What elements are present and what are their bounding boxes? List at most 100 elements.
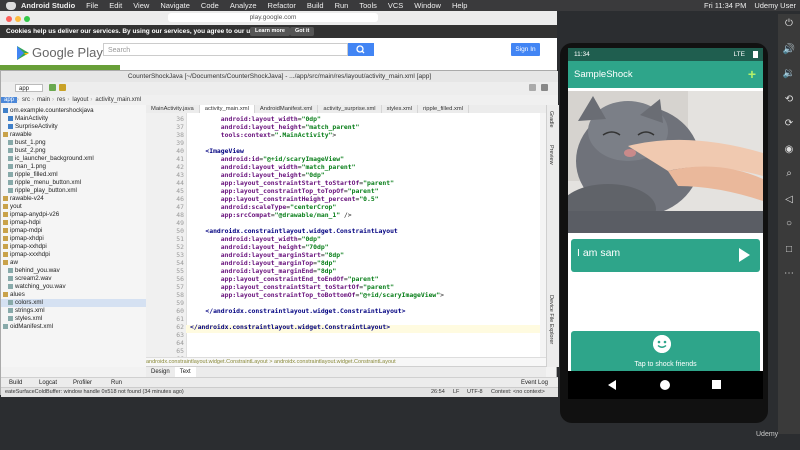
- zoom-icon[interactable]: ⌕: [781, 166, 797, 182]
- tree-item[interactable]: ripple_menu_button.xml: [1, 179, 146, 187]
- menu-item-tools[interactable]: Tools: [359, 1, 377, 10]
- play-search-input[interactable]: Search: [103, 43, 348, 56]
- tree-item[interactable]: ipmap-anydpi-v26: [1, 211, 146, 219]
- device-file-explorer-tool[interactable]: Device File Explorer: [548, 295, 554, 344]
- address-bar[interactable]: play.google.com: [168, 13, 378, 22]
- home-icon[interactable]: ○: [781, 216, 797, 232]
- file-encoding[interactable]: UTF-8: [467, 388, 483, 397]
- nav-home-icon[interactable]: [660, 380, 670, 390]
- tree-item[interactable]: strings.xml: [1, 307, 146, 315]
- tree-item[interactable]: oidManifest.xml: [1, 323, 146, 331]
- gradle-tool[interactable]: Gradle: [548, 111, 554, 128]
- editor-tab[interactable]: activity_surprise.xml: [318, 105, 382, 113]
- menu-item-navigate[interactable]: Navigate: [160, 1, 190, 10]
- google-play-logo-icon[interactable]: [15, 45, 31, 61]
- learn-more-button[interactable]: Learn more: [250, 27, 290, 36]
- menubar-user[interactable]: Udemy User: [754, 1, 796, 10]
- tree-item[interactable]: ipmap-xhdpi: [1, 235, 146, 243]
- apple-icon[interactable]: [6, 1, 16, 10]
- tree-item[interactable]: ic_launcher_background.xml: [1, 155, 146, 163]
- got-it-button[interactable]: Got it: [290, 27, 315, 36]
- tree-item[interactable]: rawable: [1, 131, 146, 139]
- tree-item[interactable]: ripple_filled.xml: [1, 171, 146, 179]
- play-icon[interactable]: [739, 248, 750, 262]
- preview-tool[interactable]: Preview: [548, 145, 554, 165]
- overview-icon[interactable]: □: [781, 242, 797, 258]
- tree-item[interactable]: watching_you.wav: [1, 283, 146, 291]
- volume-up-icon[interactable]: 🔊: [781, 42, 797, 58]
- sdk-manager-icon[interactable]: [529, 84, 536, 91]
- tree-item[interactable]: ipmap-hdpi: [1, 219, 146, 227]
- sound-card[interactable]: I am sam: [571, 239, 760, 272]
- tree-item[interactable]: ipmap-xxxhdpi: [1, 251, 146, 259]
- cursor-position[interactable]: 26:54: [431, 388, 445, 397]
- menu-item-file[interactable]: File: [86, 1, 98, 10]
- menubar-clock[interactable]: Fri 11:34 PM: [704, 1, 746, 10]
- google-play-logo-text[interactable]: Google Play: [32, 45, 103, 60]
- close-icon[interactable]: [6, 16, 12, 22]
- search-everywhere-icon[interactable]: [541, 84, 548, 91]
- sign-in-button[interactable]: Sign In: [511, 43, 540, 56]
- context-indicator[interactable]: Context: <no context>: [491, 388, 545, 397]
- tree-item[interactable]: SurpriseActivity: [1, 123, 146, 131]
- menu-item-analyze[interactable]: Analyze: [230, 1, 257, 10]
- search-button[interactable]: [348, 43, 374, 56]
- rotate-right-icon[interactable]: ⟳: [781, 116, 797, 132]
- tree-item[interactable]: man_1.png: [1, 163, 146, 171]
- editor-tab[interactable]: AndroidManifest.xml: [255, 105, 319, 113]
- nav-back-icon[interactable]: [608, 380, 616, 390]
- tree-item[interactable]: behind_you.wav: [1, 267, 146, 275]
- menu-app-name[interactable]: Android Studio: [21, 1, 75, 10]
- more-icon[interactable]: ⋯: [781, 266, 797, 282]
- volume-down-icon[interactable]: 🔉: [781, 66, 797, 82]
- nav-overview-icon[interactable]: [712, 380, 721, 389]
- screenshot-icon[interactable]: ◉: [781, 142, 797, 158]
- breadcrumb-item[interactable]: res: [54, 97, 67, 103]
- tree-item[interactable]: ripple_play_button.xml: [1, 187, 146, 195]
- menu-item-window[interactable]: Window: [414, 1, 441, 10]
- menu-item-code[interactable]: Code: [201, 1, 219, 10]
- breadcrumb-item[interactable]: activity_main.xml: [92, 97, 143, 103]
- menu-item-vcs[interactable]: VCS: [388, 1, 403, 10]
- tree-item[interactable]: ipmap-xxhdpi: [1, 243, 146, 251]
- editor-tab[interactable]: ripple_filled.xml: [418, 105, 469, 113]
- menu-item-build[interactable]: Build: [307, 1, 324, 10]
- run-icon[interactable]: [49, 84, 56, 91]
- code-editor[interactable]: 36 37 38 39 40 41 42 43 44 45 46 47 48 49 50 51 52 53 54 55…: [146, 113, 546, 357]
- breadcrumb-item[interactable]: main: [34, 97, 52, 103]
- tree-item[interactable]: bust_2.png: [1, 147, 146, 155]
- tree-item[interactable]: rawable-v24: [1, 195, 146, 203]
- rotate-left-icon[interactable]: ⟲: [781, 92, 797, 108]
- editor-tab[interactable]: styles.xml: [382, 105, 419, 113]
- debug-icon[interactable]: [59, 84, 66, 91]
- status-message[interactable]: eateSurfaceColdBuffer: window handle 0x5…: [5, 388, 184, 397]
- breadcrumb-item[interactable]: src: [19, 97, 32, 103]
- menu-item-view[interactable]: View: [133, 1, 149, 10]
- breadcrumb-item[interactable]: layout: [69, 97, 90, 103]
- zoom-icon[interactable]: [24, 16, 30, 22]
- tab-design[interactable]: Design: [146, 367, 175, 377]
- tree-item[interactable]: colors.xml: [1, 299, 146, 307]
- tree-item[interactable]: yout: [1, 203, 146, 211]
- add-button[interactable]: +: [748, 61, 756, 88]
- menu-item-run[interactable]: Run: [335, 1, 349, 10]
- tree-item[interactable]: om.example.countershockjava: [1, 107, 146, 115]
- breadcrumb-item[interactable]: app: [1, 97, 18, 103]
- tree-item[interactable]: scream2.wav: [1, 275, 146, 283]
- menu-item-help[interactable]: Help: [452, 1, 467, 10]
- editor-tab[interactable]: MainActivity.java: [146, 105, 200, 113]
- line-separator[interactable]: LF: [453, 388, 459, 397]
- menu-item-edit[interactable]: Edit: [109, 1, 122, 10]
- editor-tab[interactable]: activity_main.xml: [199, 105, 255, 113]
- tree-item[interactable]: bust_1.png: [1, 139, 146, 147]
- tree-item[interactable]: styles.xml: [1, 315, 146, 323]
- back-icon[interactable]: ◁: [781, 192, 797, 208]
- power-icon[interactable]: ⏻: [781, 16, 797, 32]
- xml-breadcrumb-footer[interactable]: androidx.constraintlayout.widget.Constra…: [146, 357, 546, 366]
- tree-item[interactable]: aw: [1, 259, 146, 267]
- run-config-select[interactable]: app: [15, 84, 43, 92]
- tree-item[interactable]: MainActivity: [1, 115, 146, 123]
- tab-text[interactable]: Text: [174, 367, 196, 377]
- tree-item[interactable]: ipmap-mdpi: [1, 227, 146, 235]
- menu-item-refactor[interactable]: Refactor: [268, 1, 296, 10]
